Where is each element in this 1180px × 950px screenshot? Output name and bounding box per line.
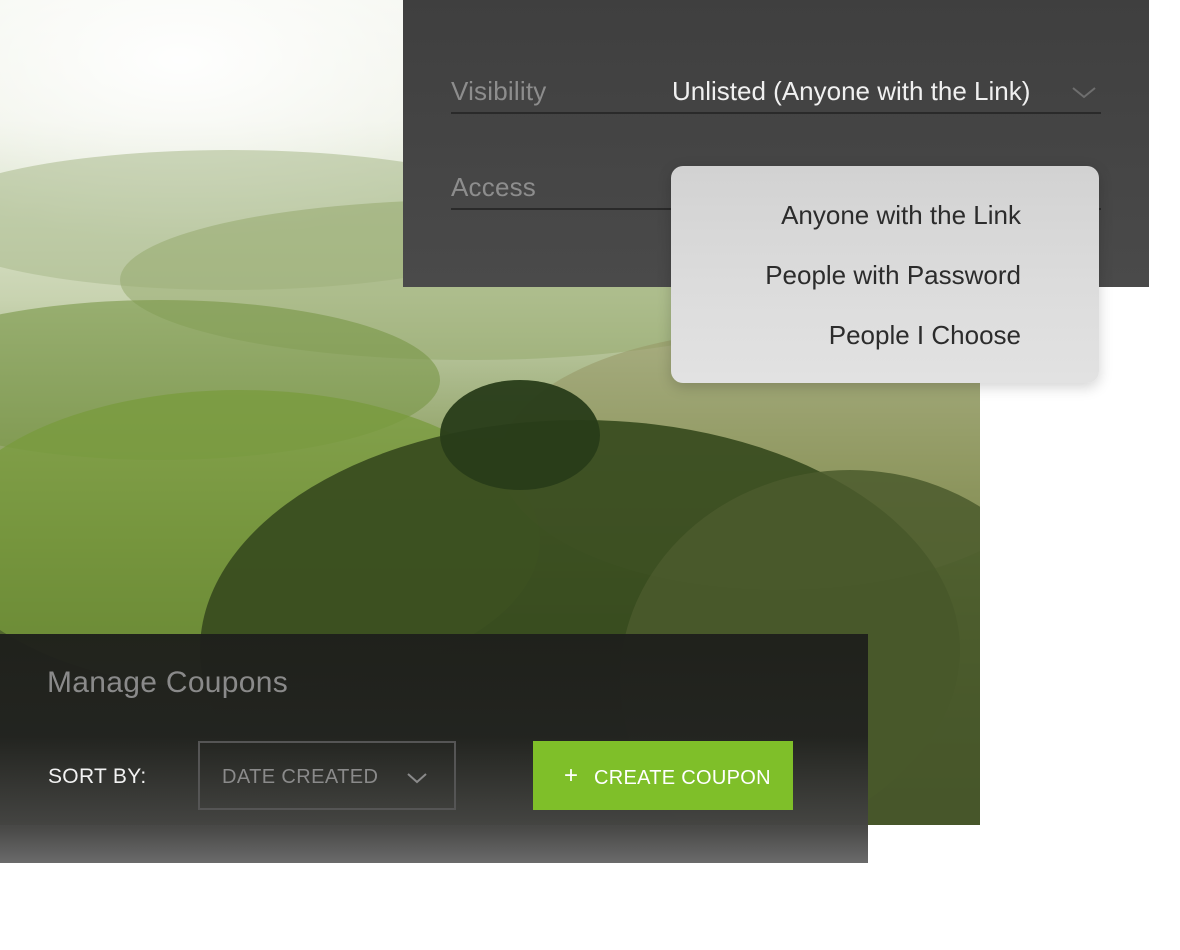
menu-item-anyone-with-link[interactable]: Anyone with the Link bbox=[781, 200, 1021, 231]
menu-item-people-i-choose[interactable]: People I Choose bbox=[829, 320, 1021, 351]
sort-by-label: SORT BY: bbox=[48, 765, 147, 788]
visibility-label: Visibility bbox=[451, 76, 547, 106]
manage-coupons-panel: Manage Coupons SORT BY: DATE CREATED + C… bbox=[0, 634, 868, 863]
access-dropdown-menu: Anyone with the Link People with Passwor… bbox=[671, 166, 1099, 383]
plus-icon: + bbox=[564, 762, 579, 789]
visibility-field[interactable]: Visibility Unlisted (Anyone with the Lin… bbox=[451, 74, 1101, 114]
create-coupon-button[interactable]: + CREATE COUPON bbox=[533, 741, 793, 810]
sort-by-select[interactable]: DATE CREATED bbox=[198, 741, 456, 810]
menu-item-people-with-password[interactable]: People with Password bbox=[765, 260, 1021, 291]
access-label: Access bbox=[451, 172, 537, 202]
chevron-down-icon bbox=[406, 770, 428, 786]
panel-title: Manage Coupons bbox=[47, 666, 289, 699]
create-coupon-label: CREATE COUPON bbox=[594, 767, 771, 789]
chevron-down-icon[interactable] bbox=[1071, 82, 1097, 102]
sort-by-value: DATE CREATED bbox=[222, 766, 379, 788]
visibility-value[interactable]: Unlisted (Anyone with the Link) bbox=[672, 76, 1030, 107]
